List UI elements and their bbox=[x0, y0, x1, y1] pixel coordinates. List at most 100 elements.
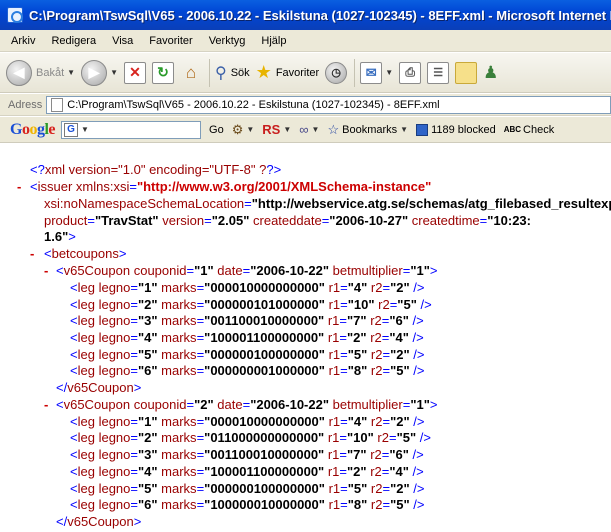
link-dropdown-icon: ▼ bbox=[311, 125, 320, 134]
menu-visa[interactable]: Visa bbox=[104, 33, 141, 49]
home-icon: ⌂ bbox=[185, 62, 197, 82]
coupon-open-tag: <v65Coupon couponid="1" date="2006-10-22… bbox=[56, 263, 438, 278]
address-label: Adress bbox=[8, 98, 43, 111]
coupon-open-tag: <v65Coupon couponid="2" date="2006-10-22… bbox=[56, 397, 438, 412]
blocked-count-label: 1189 blocked bbox=[431, 123, 496, 136]
issuer-attributes: product="TravStat" version="2.05" create… bbox=[44, 213, 531, 228]
forward-arrow-icon: ▶ bbox=[81, 59, 108, 86]
window-title: C:\Program\TswSql\V65 - 2006.10.22 - Esk… bbox=[29, 7, 611, 23]
page-icon bbox=[51, 97, 64, 112]
toolbar-separator bbox=[208, 58, 210, 87]
history-icon: ◷ bbox=[325, 61, 348, 84]
address-value: C:\Program\TswSql\V65 - 2006.10.22 - Esk… bbox=[67, 98, 440, 111]
back-label: Bakåt bbox=[36, 66, 65, 79]
leg-element: <leg legno="5" marks="000000100000000" r… bbox=[70, 481, 425, 496]
edit-page-icon: ☰ bbox=[427, 61, 450, 84]
coupon-collapse-toggle[interactable]: - bbox=[44, 263, 48, 280]
forward-button[interactable]: ▶ ▼ bbox=[81, 59, 118, 86]
address-field[interactable]: C:\Program\TswSql\V65 - 2006.10.22 - Esk… bbox=[46, 95, 611, 114]
forward-dropdown-icon[interactable]: ▼ bbox=[110, 68, 118, 77]
google-toolbar: Google G ▼ Go ⚙ ▼ RS ▼ ∞ ▼ ☆ Bookmarks ▼… bbox=[0, 117, 611, 143]
leg-element: <leg legno="6" marks="000000001000000" r… bbox=[70, 363, 425, 378]
favorites-button[interactable]: ★ Favoriter bbox=[256, 62, 320, 83]
home-button[interactable]: ⌂ bbox=[180, 62, 202, 84]
messenger-button[interactable]: ♟ bbox=[483, 63, 498, 83]
rss-dropdown-icon: ▼ bbox=[283, 125, 292, 134]
betcoupons-collapse-toggle[interactable]: - bbox=[30, 246, 34, 263]
refresh-icon: ↻ bbox=[151, 61, 174, 84]
google-logo: Google bbox=[10, 120, 56, 138]
back-button[interactable]: ◀ Bakåt ▼ bbox=[6, 59, 75, 86]
leg-element: <leg legno="6" marks="100000010000000" r… bbox=[70, 497, 425, 512]
leg-element: <leg legno="3" marks="001100010000000" r… bbox=[70, 447, 424, 462]
discuss-button[interactable] bbox=[455, 61, 478, 84]
popup-blocker-button[interactable]: 1189 blocked bbox=[416, 123, 496, 136]
history-button[interactable]: ◷ bbox=[325, 61, 348, 84]
favorites-label: Favoriter bbox=[275, 66, 320, 79]
back-arrow-icon: ◀ bbox=[6, 59, 32, 86]
back-dropdown-icon[interactable]: ▼ bbox=[67, 68, 75, 77]
issuer-open-tag: <issuer xmlns:xsi="http://www.w3.org/200… bbox=[30, 179, 432, 194]
coupon-close-tag: </v65Coupon> bbox=[56, 514, 142, 529]
bookmarks-button[interactable]: ☆ Bookmarks ▼ bbox=[327, 122, 408, 138]
internet-explorer-icon bbox=[7, 7, 23, 23]
pagerank-button[interactable]: ⚙ ▼ bbox=[232, 122, 255, 138]
xml-declaration: <?xml version="1.0" encoding="UTF-8" ??> bbox=[30, 162, 282, 177]
spellcheck-button[interactable]: ABC Check bbox=[504, 124, 555, 136]
mail-button[interactable]: ✉ ▼ bbox=[360, 61, 393, 84]
link-button[interactable]: ∞ ▼ bbox=[299, 122, 319, 137]
rss-button[interactable]: RS ▼ bbox=[262, 122, 291, 137]
menu-bar: Arkiv Redigera Visa Favoriter Verktyg Hj… bbox=[0, 30, 611, 52]
print-button[interactable]: ⎙ bbox=[399, 61, 422, 84]
menu-arkiv[interactable]: Arkiv bbox=[3, 33, 43, 49]
address-bar: Adress C:\Program\TswSql\V65 - 2006.10.2… bbox=[0, 94, 611, 116]
google-g-icon: G bbox=[64, 122, 79, 137]
standard-toolbar: ◀ Bakåt ▼ ▶ ▼ ✕ ↻ ⌂ ⚲ Sök ★ Favoriter ◷ … bbox=[0, 53, 611, 93]
mail-dropdown-icon[interactable]: ▼ bbox=[385, 68, 393, 77]
search-button[interactable]: ⚲ Sök bbox=[215, 63, 250, 83]
google-go-button[interactable]: Go bbox=[209, 124, 224, 136]
leg-element: <leg legno="2" marks="011000000000000" r… bbox=[70, 430, 431, 445]
search-icon: ⚲ bbox=[214, 64, 227, 82]
google-search-dropdown-icon[interactable]: ▼ bbox=[81, 125, 89, 134]
menu-redigera[interactable]: Redigera bbox=[43, 33, 104, 49]
leg-element: <leg legno="1" marks="000010000000000" r… bbox=[70, 280, 425, 295]
print-icon: ⎙ bbox=[399, 61, 422, 84]
title-bar: C:\Program\TswSql\V65 - 2006.10.22 - Esk… bbox=[0, 0, 611, 30]
spellcheck-icon: ABC bbox=[503, 125, 522, 134]
xml-document-view: <?xml version="1.0" encoding="UTF-8" ??>… bbox=[0, 144, 611, 532]
leg-element: <leg legno="1" marks="000010000000000" r… bbox=[70, 414, 425, 429]
issuer-attributes-wrap: 1.6"> bbox=[44, 229, 76, 244]
issuer-collapse-toggle[interactable]: - bbox=[17, 179, 21, 196]
pagerank-dropdown-icon: ▼ bbox=[246, 125, 255, 134]
messenger-people-icon: ♟ bbox=[483, 62, 499, 82]
refresh-button[interactable]: ↻ bbox=[151, 61, 174, 84]
leg-element: <leg legno="4" marks="100001100000000" r… bbox=[70, 464, 424, 479]
popup-blocker-icon bbox=[416, 123, 429, 136]
stop-icon: ✕ bbox=[123, 61, 146, 84]
stop-button[interactable]: ✕ bbox=[123, 61, 146, 84]
mail-icon: ✉ bbox=[360, 61, 383, 84]
toolbar-separator bbox=[354, 58, 356, 87]
issuer-schema-location: xsi:noNamespaceSchemaLocation="http://we… bbox=[44, 196, 611, 211]
leg-element: <leg legno="2" marks="000000101000000" r… bbox=[70, 297, 432, 312]
bookmarks-star-icon: ☆ bbox=[327, 121, 340, 137]
coupon-collapse-toggle[interactable]: - bbox=[44, 397, 48, 414]
link-icon: ∞ bbox=[299, 122, 309, 137]
spellcheck-label: Check bbox=[523, 123, 555, 136]
bookmarks-dropdown-icon: ▼ bbox=[400, 125, 409, 134]
search-label: Sök bbox=[230, 66, 250, 79]
bookmarks-label: Bookmarks bbox=[342, 123, 398, 136]
menu-verktyg[interactable]: Verktyg bbox=[201, 33, 254, 49]
extension-icon: ⚙ bbox=[231, 121, 244, 137]
betcoupons-open-tag: <betcoupons> bbox=[44, 246, 127, 261]
note-icon bbox=[455, 61, 478, 84]
google-search-input[interactable]: G ▼ bbox=[61, 120, 202, 139]
edit-button[interactable]: ☰ bbox=[427, 61, 450, 84]
menu-favoriter[interactable]: Favoriter bbox=[141, 33, 200, 49]
leg-element: <leg legno="5" marks="000000100000000" r… bbox=[70, 347, 425, 362]
leg-element: <leg legno="3" marks="001100010000000" r… bbox=[70, 313, 424, 328]
favorites-star-icon: ★ bbox=[255, 62, 272, 82]
menu-hjalp[interactable]: Hjälp bbox=[253, 33, 294, 49]
coupon-close-tag: </v65Coupon> bbox=[56, 380, 142, 395]
